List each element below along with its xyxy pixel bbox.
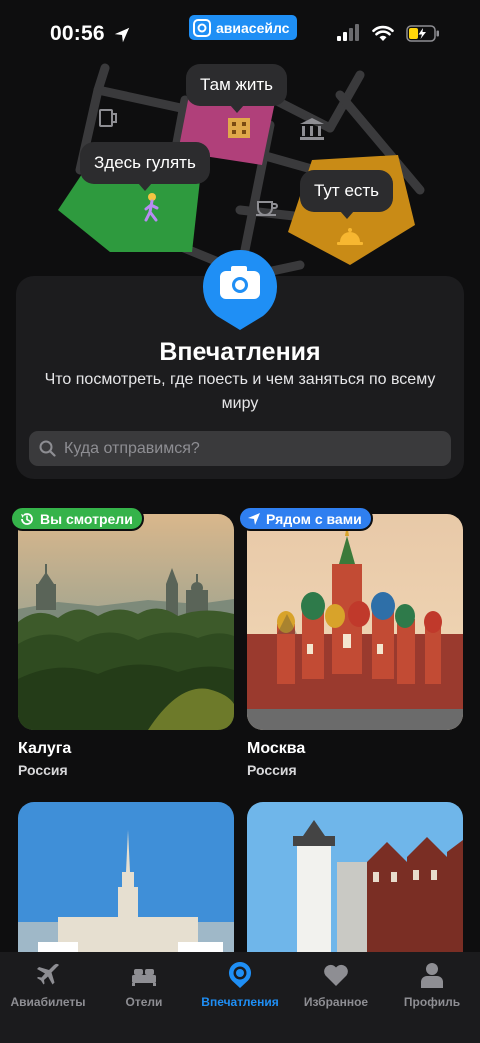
bed-icon xyxy=(132,969,156,986)
destination-card-3[interactable] xyxy=(18,802,234,952)
destination-card-kaluga[interactable]: Вы смотрели Калуга Россия xyxy=(10,506,234,778)
sochi-photo xyxy=(18,802,234,952)
destination-card-moscow[interactable]: Рядом с вами Москва Россия xyxy=(238,506,463,778)
bubble-eat-here: Тут есть xyxy=(300,170,394,219)
tab-profile-label: Профиль xyxy=(403,995,461,1009)
hotel-icon xyxy=(228,118,250,138)
person-icon xyxy=(421,963,443,988)
tab-hotels-label: Отели xyxy=(125,995,163,1009)
hero-title: Впечатления xyxy=(159,338,321,366)
destination-photo[interactable] xyxy=(18,802,234,952)
camera-pin-icon xyxy=(202,249,278,330)
viewed-tag: Вы смотрели xyxy=(10,506,144,531)
wifi-icon xyxy=(372,25,394,41)
status-icons xyxy=(336,24,440,42)
destination-name: Москва xyxy=(247,740,306,757)
moscow-photo xyxy=(247,514,463,730)
destination-photo[interactable] xyxy=(18,514,234,730)
signal-icon xyxy=(337,24,359,41)
status-time: 00:56 xyxy=(50,22,105,45)
search-box[interactable] xyxy=(29,431,451,466)
app-badge[interactable]: авиасейлс xyxy=(189,15,298,40)
tab-flights[interactable]: Авиабилеты xyxy=(0,952,96,1022)
tab-impressions-label: Впечатления xyxy=(201,995,279,1009)
app-badge-label: авиасейлс xyxy=(216,19,290,36)
beer-mug-icon xyxy=(99,109,117,127)
tab-favorites[interactable]: Избранное xyxy=(288,952,384,1022)
plane-icon xyxy=(37,963,59,985)
search-input[interactable] xyxy=(64,439,434,458)
location-arrow-icon xyxy=(248,512,260,525)
pin-icon xyxy=(228,962,252,988)
tab-impressions[interactable]: Впечатления xyxy=(192,952,288,1022)
destination-photo[interactable] xyxy=(247,802,463,952)
kaluga-photo xyxy=(18,514,234,730)
location-arrow-icon xyxy=(114,27,130,43)
nearby-tag: Рядом с вами xyxy=(238,506,373,531)
bubble-walk-here: Здесь гулять xyxy=(80,142,210,191)
tab-profile[interactable]: Профиль xyxy=(384,952,480,1022)
tab-bar: Авиабилеты Отели Впечатления Избранное П… xyxy=(0,952,480,1043)
search-icon xyxy=(39,440,56,457)
heart-icon xyxy=(324,964,348,986)
destination-name: Калуга xyxy=(18,740,72,757)
tab-hotels[interactable]: Отели xyxy=(96,952,192,1022)
tab-flights-label: Авиабилеты xyxy=(10,995,86,1009)
destination-country: Россия xyxy=(18,762,68,778)
battery-icon xyxy=(406,24,439,42)
nearby-tag-label: Рядом с вами xyxy=(266,510,362,527)
history-icon xyxy=(21,512,33,525)
tab-favorites-label: Избранное xyxy=(303,995,369,1009)
destination-card-4[interactable] xyxy=(247,802,463,952)
viewed-tag-label: Вы смотрели xyxy=(40,510,133,527)
aviasales-logo-icon xyxy=(193,18,211,37)
hero-subtitle: Что посмотреть, где поесть и чем занятьс… xyxy=(44,371,436,412)
bubble-live-here: Там жить xyxy=(186,64,287,113)
destination-photo[interactable] xyxy=(247,514,463,730)
kaliningrad-photo xyxy=(247,802,463,952)
destination-country: Россия xyxy=(247,762,297,778)
